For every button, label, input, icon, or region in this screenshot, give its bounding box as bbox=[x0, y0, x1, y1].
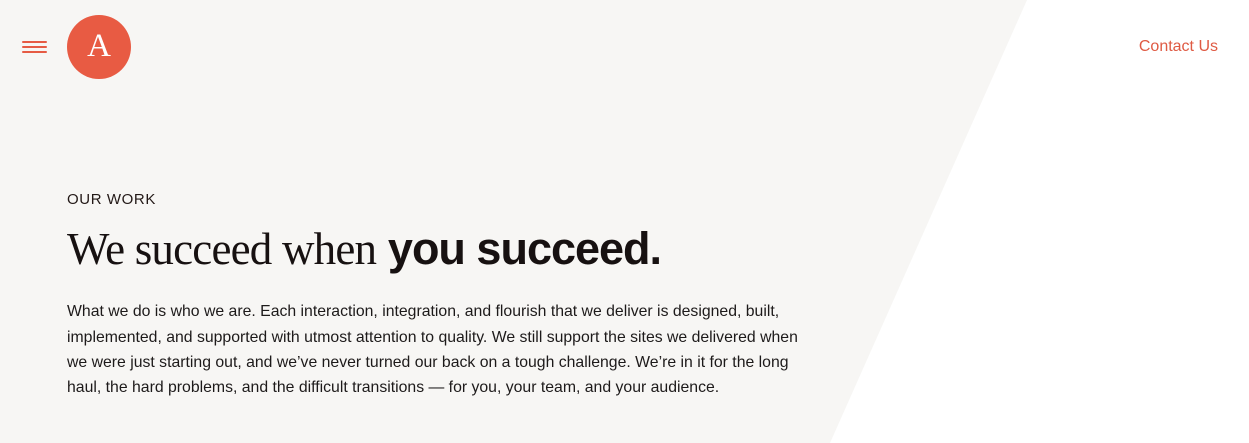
headline-regular-text: We succeed when bbox=[67, 224, 377, 274]
logo-text: A bbox=[87, 27, 111, 64]
brand-logo-icon[interactable]: A bbox=[67, 15, 131, 79]
headline-bold-text: you succeed. bbox=[387, 223, 662, 274]
site-header: A Contact Us bbox=[0, 0, 1249, 96]
menu-line-top bbox=[22, 41, 47, 43]
menu-line-bottom bbox=[22, 51, 47, 53]
page-title: We succeed when you succeed. bbox=[67, 225, 807, 273]
body-copy: What we do is who we are. Each interacti… bbox=[67, 303, 798, 397]
contact-us-link[interactable]: Contact Us bbox=[1139, 38, 1218, 56]
menu-line-middle bbox=[22, 46, 47, 48]
menu-button[interactable] bbox=[22, 38, 48, 56]
section-eyebrow: OUR WORK bbox=[67, 191, 156, 208]
our-work-section: OUR WORK We succeed when you succeed. Wh… bbox=[67, 191, 807, 400]
